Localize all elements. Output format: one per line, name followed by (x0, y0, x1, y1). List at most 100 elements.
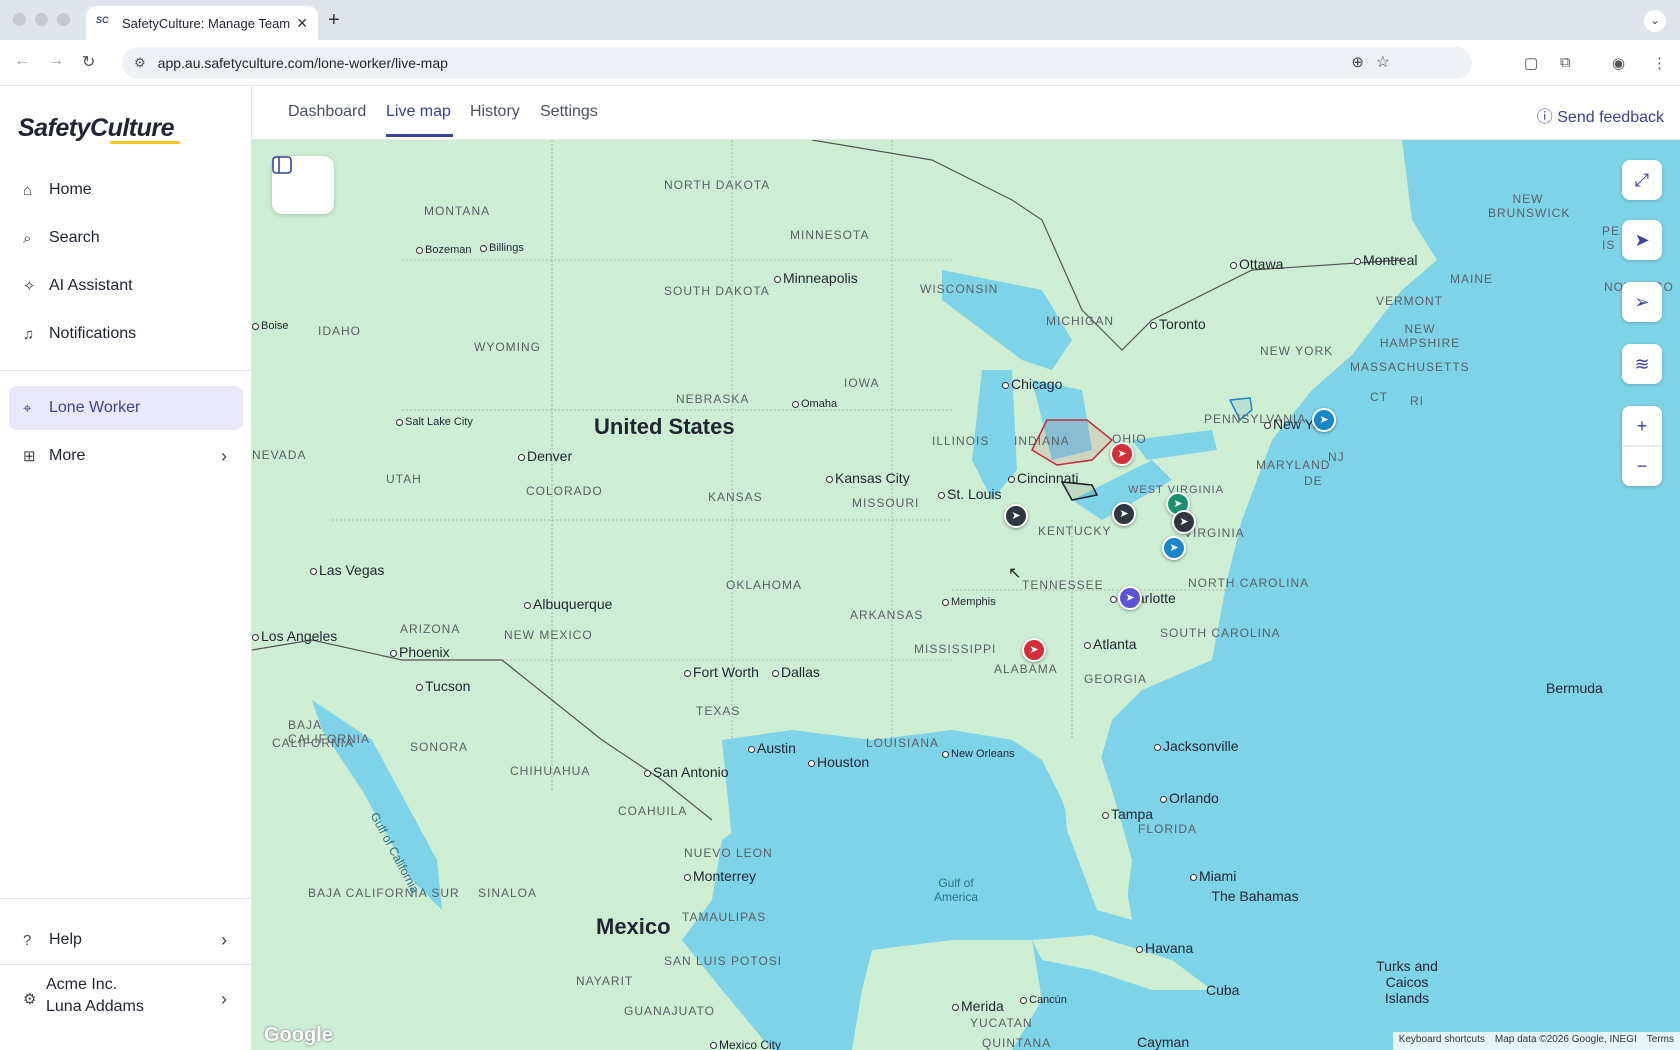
sidebar-item-more[interactable]: ⊞ More › (9, 434, 243, 478)
state-label: COLORADO (526, 484, 603, 498)
sidebar-item-label: Lone Worker (49, 399, 141, 416)
sidebar-item-label: More (49, 447, 86, 464)
state-label: TAMAULIPAS (682, 910, 767, 924)
state-label: OKLAHOMA (726, 578, 803, 592)
safetyculture-logo[interactable]: SafetyCulture (18, 114, 175, 143)
new-tab-button[interactable]: + (328, 9, 340, 32)
browser-menu-icon[interactable]: ⋮ (1652, 54, 1667, 72)
toggle-panel-button[interactable] (272, 156, 334, 214)
worker-marker[interactable]: ➤ (1112, 502, 1136, 526)
state-label: CT (1370, 390, 1388, 404)
sidebar-item-lone-worker[interactable]: ⌖ Lone Worker (9, 386, 243, 430)
worker-marker[interactable]: ➤ (1110, 442, 1134, 466)
state-label: NJ (1328, 450, 1345, 464)
cast-icon[interactable]: ▢ (1524, 54, 1538, 72)
bookmark-star-icon[interactable]: ☆ (1376, 52, 1390, 72)
back-icon[interactable]: ← (14, 52, 30, 70)
sidebar-item-notifications[interactable]: ♫ Notifications (9, 312, 243, 356)
tab-live-map[interactable]: Live map (386, 103, 451, 121)
state-label: VERMONT (1376, 294, 1443, 308)
terms-link[interactable]: Terms (1647, 1034, 1674, 1048)
url-field[interactable]: ⚙ app.au.safetyculture.com/lone-worker/l… (122, 47, 1472, 79)
sidebar-item-label: AI Assistant (49, 277, 133, 294)
worker-marker[interactable]: ➤ (1162, 536, 1186, 560)
state-label: BAJA CALIFORNIA SUR (308, 886, 460, 900)
fullscreen-button[interactable]: ⤢ (1622, 160, 1662, 200)
worker-marker[interactable]: ➤ (1172, 510, 1196, 534)
state-label: LOUISIANA (866, 736, 940, 750)
sidebar-item-home[interactable]: ⌂ Home (9, 168, 243, 212)
worker-marker[interactable]: ➤ (1022, 638, 1046, 662)
state-label: MINNESOTA (790, 228, 870, 242)
home-icon: ⌂ (23, 181, 33, 199)
zoom-icon[interactable]: ⊕ (1351, 53, 1364, 71)
active-tab-indicator (386, 134, 453, 137)
forward-icon[interactable]: → (48, 52, 64, 70)
city-label: Minneapolis (774, 270, 858, 286)
state-label: COAHUILA (618, 804, 688, 818)
worker-directions-button[interactable]: ➤ (1622, 220, 1662, 260)
yucatan-peninsula (852, 940, 1042, 1050)
lone-worker-tabs: Dashboard Live map History Settings ⓘ Se… (252, 86, 1680, 140)
browser-tab[interactable]: SC SafetyCulture: Manage Teams ✕ (86, 6, 318, 40)
worker-marker[interactable]: ➤ (1004, 504, 1028, 528)
tab-dashboard[interactable]: Dashboard (288, 103, 366, 121)
state-label: NEW BRUNSWICK (1488, 192, 1571, 220)
map-layers-button[interactable]: ≋ (1622, 344, 1662, 384)
extensions-icon[interactable]: ⧉ (1560, 54, 1571, 71)
city-label: Omaha (792, 398, 837, 410)
sidebar-panel-icon (272, 156, 292, 174)
state-label: ARIZONA (400, 622, 461, 636)
user-name: Luna Addams (46, 998, 144, 1015)
state-label: ALABAMA (994, 662, 1058, 676)
zoom-out-button[interactable]: − (1622, 446, 1662, 486)
account-switcher[interactable]: ⚙ Acme Inc. Luna Addams › (9, 974, 243, 1028)
send-feedback-button[interactable]: ⓘ Send feedback (1537, 103, 1664, 127)
zoom-in-button[interactable]: + (1622, 406, 1662, 446)
city-label: Denver (518, 448, 572, 464)
chevron-right-icon: › (221, 929, 227, 950)
state-label: TEXAS (696, 704, 741, 718)
city-label: Jacksonville (1154, 738, 1238, 754)
route-icon: ➤ (1634, 229, 1650, 250)
tab-search-button[interactable]: ⌄ (1644, 10, 1666, 32)
city-label: Cincinnati (1008, 470, 1078, 486)
city-label: Mexico City (710, 1038, 781, 1050)
profile-icon[interactable]: ◉ (1612, 54, 1625, 72)
minimize-window-button[interactable] (35, 13, 48, 26)
city-label: Salt Lake City (396, 416, 473, 428)
reload-icon[interactable]: ↻ (82, 52, 95, 72)
maximize-window-button[interactable] (57, 13, 70, 26)
sidebar-divider (0, 370, 251, 371)
keyboard-shortcuts-link[interactable]: Keyboard shortcuts (1399, 1034, 1485, 1048)
plus-icon: + (1636, 415, 1648, 436)
city-label: Chicago (1002, 376, 1062, 392)
close-window-button[interactable] (13, 13, 26, 26)
live-map[interactable]: United States Mexico NORTH DAKOTA MONTAN… (252, 140, 1680, 1050)
state-label: QUINTANA (982, 1036, 1052, 1050)
navigation-arrow-icon: ➢ (1634, 291, 1650, 312)
tab-settings[interactable]: Settings (540, 103, 598, 121)
sidebar-item-help[interactable]: ? Help › (9, 918, 243, 962)
site-info-icon[interactable]: ⚙ (134, 55, 146, 71)
state-label: MISSOURI (852, 496, 920, 510)
sidebar-item-search[interactable]: ⌕ Search (9, 216, 243, 260)
state-label: GEORGIA (1084, 672, 1148, 686)
sidebar-item-ai-assistant[interactable]: ✧ AI Assistant (9, 264, 243, 308)
island-label: Cuba (1206, 982, 1240, 998)
worker-marker[interactable]: ➤ (1118, 586, 1142, 610)
gear-icon: ⚙ (23, 991, 37, 1008)
city-label: Billings (480, 242, 524, 254)
city-label: Tucson (416, 678, 470, 694)
close-tab-icon[interactable]: ✕ (296, 15, 308, 32)
state-label: SAN LUIS POTOSI (664, 954, 783, 968)
state-label: KANSAS (708, 490, 763, 504)
worker-marker[interactable]: ➤ (1312, 408, 1336, 432)
state-label: FLORIDA (1138, 822, 1198, 836)
favicon-icon: SC (96, 15, 109, 25)
tab-history[interactable]: History (470, 103, 520, 121)
my-location-button[interactable]: ➢ (1622, 282, 1662, 322)
country-label: Mexico (596, 914, 671, 939)
city-label: Merida (952, 998, 1004, 1014)
city-label: Atlanta (1084, 636, 1137, 652)
